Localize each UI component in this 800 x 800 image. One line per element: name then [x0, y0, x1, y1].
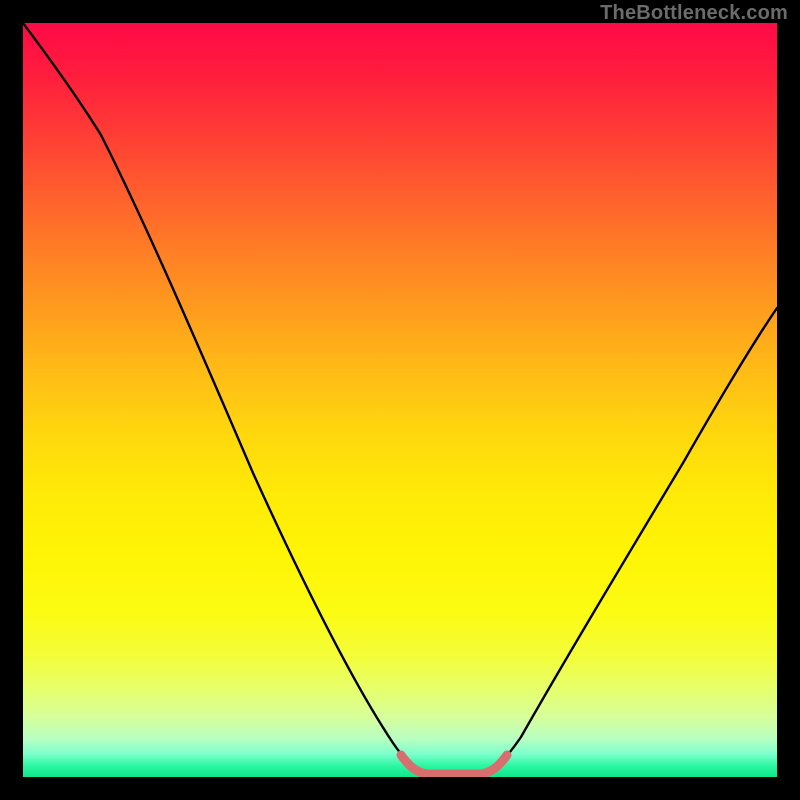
bottleneck-curve	[23, 23, 777, 777]
minimum-accent	[401, 755, 507, 774]
plot-area	[23, 23, 777, 777]
branding-watermark: TheBottleneck.com	[600, 2, 788, 25]
curve-path	[23, 23, 777, 773]
chart-frame: TheBottleneck.com	[0, 0, 800, 800]
